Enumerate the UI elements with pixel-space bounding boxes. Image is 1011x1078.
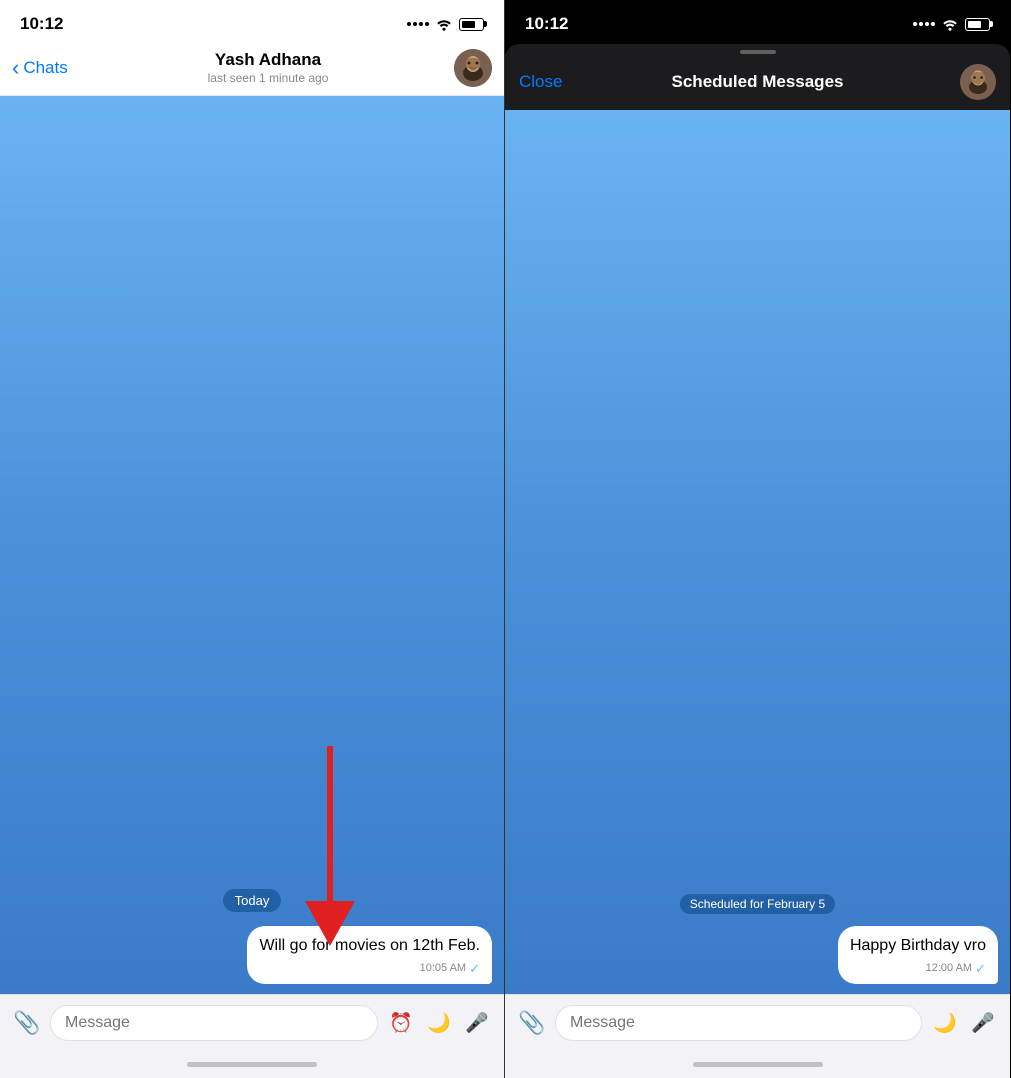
nav-center: Yash Adhana last seen 1 minute ago bbox=[82, 50, 454, 85]
right-signal-dots-icon bbox=[913, 22, 935, 26]
right-phone-panel: 10:12 Close S bbox=[505, 0, 1010, 1078]
right-home-bar bbox=[693, 1062, 823, 1067]
left-nav-bar: ‹ Chats Yash Adhana last seen 1 minute a… bbox=[0, 44, 504, 96]
home-bar bbox=[187, 1062, 317, 1067]
schedule-button[interactable]: ⏰ bbox=[386, 1008, 416, 1038]
right-status-bar: 10:12 bbox=[505, 0, 1010, 44]
microphone-button[interactable]: 🎤 bbox=[462, 1008, 492, 1038]
red-arrow bbox=[270, 746, 390, 946]
right-status-time: 10:12 bbox=[525, 14, 568, 34]
bubble-meta: 10:05 AM ✓ bbox=[259, 960, 480, 978]
modal-right-area bbox=[936, 64, 996, 100]
moon-button[interactable]: 🌙 bbox=[424, 1008, 454, 1038]
signal-dots-icon bbox=[407, 22, 429, 26]
right-battery-icon bbox=[965, 18, 990, 31]
contact-avatar[interactable] bbox=[454, 49, 492, 87]
messages-area: Today Will go for movies on 12th Feb. 10… bbox=[0, 879, 504, 994]
close-button[interactable]: Close bbox=[519, 72, 579, 92]
contact-name: Yash Adhana bbox=[215, 50, 321, 70]
last-seen-text: last seen 1 minute ago bbox=[208, 71, 329, 85]
scheduled-message-1: Happy Birthday vro 12:00 AM ✓ bbox=[838, 926, 998, 984]
right-input-bar: 📎 🌙 🎤 bbox=[505, 994, 1010, 1050]
left-input-bar: 📎 ⏰ 🌙 🎤 bbox=[0, 994, 504, 1050]
right-microphone-button[interactable]: 🎤 bbox=[968, 1008, 998, 1038]
battery-icon bbox=[459, 18, 484, 31]
message-input[interactable] bbox=[50, 1005, 378, 1041]
right-moon-button[interactable]: 🌙 bbox=[930, 1008, 960, 1038]
scheduled-chat-background: Scheduled for February 5 Happy Birthday … bbox=[505, 110, 1010, 994]
modal-avatar[interactable] bbox=[960, 64, 996, 100]
modal-sheet: Close Scheduled Messages bbox=[505, 44, 1010, 110]
left-status-bar: 10:12 bbox=[0, 0, 504, 44]
modal-title: Scheduled Messages bbox=[579, 72, 936, 92]
scheduled-messages-area: Scheduled for February 5 Happy Birthday … bbox=[505, 884, 1010, 994]
chevron-left-icon: ‹ bbox=[12, 57, 19, 79]
right-attachment-button[interactable]: 📎 bbox=[517, 1008, 547, 1038]
scheduled-check-mark-icon: ✓ bbox=[975, 960, 986, 978]
scheduled-bubble-meta: 12:00 AM ✓ bbox=[850, 960, 986, 978]
wifi-icon bbox=[435, 17, 453, 31]
right-wifi-icon bbox=[941, 17, 959, 31]
message-time: 10:05 AM bbox=[420, 961, 466, 976]
right-message-input[interactable] bbox=[555, 1005, 922, 1041]
left-status-icons bbox=[407, 17, 484, 31]
chat-background: Today Will go for movies on 12th Feb. 10… bbox=[0, 96, 504, 994]
left-home-indicator bbox=[0, 1050, 504, 1078]
scheduled-message-time: 12:00 AM bbox=[926, 961, 972, 976]
modal-nav-bar: Close Scheduled Messages bbox=[505, 54, 1010, 110]
scheduled-for-badge: Scheduled for February 5 bbox=[680, 894, 835, 914]
attachment-button[interactable]: 📎 bbox=[12, 1008, 42, 1038]
right-status-icons bbox=[913, 17, 990, 31]
left-status-time: 10:12 bbox=[20, 14, 63, 34]
scheduled-message-text: Happy Birthday vro bbox=[850, 937, 986, 954]
back-button[interactable]: ‹ Chats bbox=[12, 57, 82, 79]
back-label: Chats bbox=[23, 58, 67, 78]
left-phone-panel: 10:12 ‹ Chats bbox=[0, 0, 505, 1078]
right-home-indicator bbox=[505, 1050, 1010, 1078]
check-mark-icon: ✓ bbox=[469, 960, 480, 978]
